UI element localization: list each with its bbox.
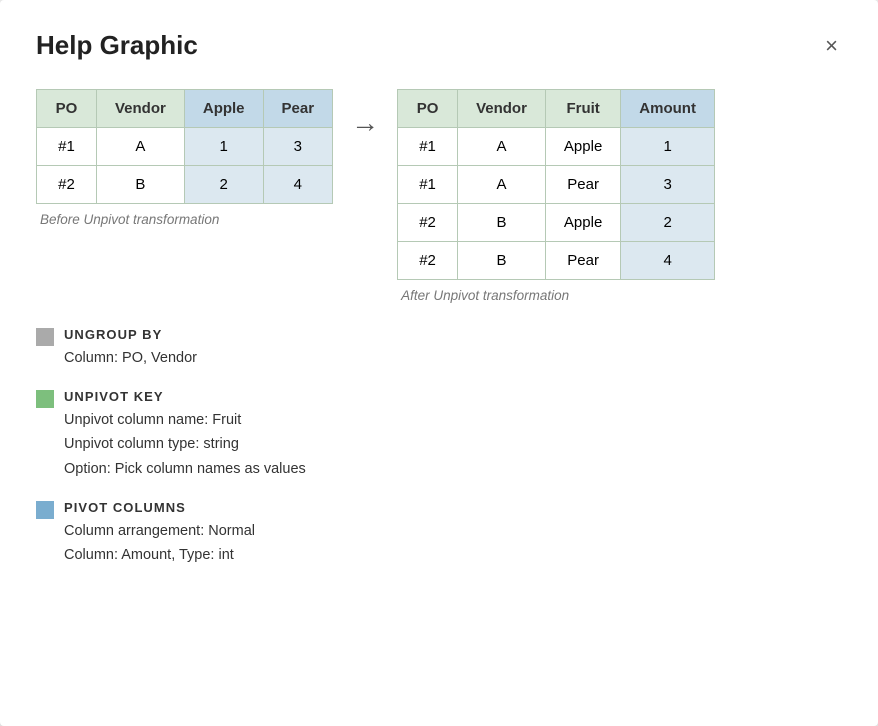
after-cell: 2 [621, 204, 715, 242]
after-table-caption: After Unpivot transformation [397, 288, 715, 303]
after-cell: B [458, 242, 546, 280]
pivot-columns-section: PIVOT COLUMNS Column arrangement: Normal… [36, 500, 842, 568]
before-cell: #1 [37, 128, 97, 166]
after-cell: 1 [621, 128, 715, 166]
close-button[interactable]: × [821, 31, 842, 61]
pivot-columns-icon [36, 501, 54, 519]
after-cell: #1 [398, 128, 458, 166]
description-section: UNGROUP BY Column: PO, Vendor UNPIVOT KE… [36, 327, 842, 568]
before-table-wrapper: PO Vendor Apple Pear #1 A 1 3 #2 [36, 89, 333, 227]
pivot-columns-text: Column arrangement: Normal Column: Amoun… [64, 519, 255, 568]
dialog-header: Help Graphic × [36, 30, 842, 61]
unpivot-line-2: Unpivot column type: string [64, 436, 239, 452]
before-header-po: PO [37, 90, 97, 128]
ungroup-content: UNGROUP BY Column: PO, Vendor [64, 327, 197, 371]
after-cell: #1 [398, 166, 458, 204]
after-header-amount: Amount [621, 90, 715, 128]
after-cell: A [458, 128, 546, 166]
pivot-columns-content: PIVOT COLUMNS Column arrangement: Normal… [64, 500, 255, 568]
tables-row: PO Vendor Apple Pear #1 A 1 3 #2 [36, 89, 842, 303]
before-cell: A [97, 128, 185, 166]
table-row: #1 A Pear 3 [398, 166, 715, 204]
before-table: PO Vendor Apple Pear #1 A 1 3 #2 [36, 89, 333, 204]
unpivot-line-1: Unpivot column name: Fruit [64, 412, 241, 428]
unpivot-key-text: Unpivot column name: Fruit Unpivot colum… [64, 408, 306, 482]
before-header-pear: Pear [263, 90, 333, 128]
unpivot-key-section: UNPIVOT KEY Unpivot column name: Fruit U… [36, 389, 842, 482]
before-table-caption: Before Unpivot transformation [36, 212, 333, 227]
unpivot-key-icon [36, 390, 54, 408]
after-table-wrapper: PO Vendor Fruit Amount #1 A Apple 1 #1 [397, 89, 715, 303]
pivot-columns-label: PIVOT COLUMNS [64, 500, 255, 515]
after-cell: B [458, 204, 546, 242]
after-header-vendor: Vendor [458, 90, 546, 128]
ungroup-text: Column: PO, Vendor [64, 346, 197, 371]
before-cell: 4 [263, 166, 333, 204]
unpivot-key-content: UNPIVOT KEY Unpivot column name: Fruit U… [64, 389, 306, 482]
table-row: #2 B Apple 2 [398, 204, 715, 242]
after-cell: Apple [545, 128, 620, 166]
arrow-icon: → [351, 109, 379, 137]
arrow-container: → [333, 89, 397, 137]
pivot-line-2: Column: Amount, Type: int [64, 547, 234, 563]
unpivot-line-3: Option: Pick column names as values [64, 461, 306, 477]
after-header-fruit: Fruit [545, 90, 620, 128]
ungroup-label: UNGROUP BY [64, 327, 197, 342]
after-cell: Apple [545, 204, 620, 242]
table-row: #1 A 1 3 [37, 128, 333, 166]
before-header-vendor: Vendor [97, 90, 185, 128]
table-row: #2 B 2 4 [37, 166, 333, 204]
after-cell: #2 [398, 242, 458, 280]
ungroup-icon [36, 328, 54, 346]
before-cell: 3 [263, 128, 333, 166]
before-cell: B [97, 166, 185, 204]
after-cell: 4 [621, 242, 715, 280]
before-cell: 2 [184, 166, 263, 204]
dialog-title: Help Graphic [36, 30, 198, 61]
after-cell: Pear [545, 242, 620, 280]
before-cell: #2 [37, 166, 97, 204]
ungroup-section: UNGROUP BY Column: PO, Vendor [36, 327, 842, 371]
after-header-po: PO [398, 90, 458, 128]
after-table: PO Vendor Fruit Amount #1 A Apple 1 #1 [397, 89, 715, 280]
after-cell: #2 [398, 204, 458, 242]
help-graphic-dialog: Help Graphic × PO Vendor Apple Pear #1 A [0, 0, 878, 726]
after-cell: 3 [621, 166, 715, 204]
table-row: #2 B Pear 4 [398, 242, 715, 280]
pivot-line-1: Column arrangement: Normal [64, 523, 255, 539]
before-header-apple: Apple [184, 90, 263, 128]
before-cell: 1 [184, 128, 263, 166]
unpivot-key-label: UNPIVOT KEY [64, 389, 306, 404]
after-cell: A [458, 166, 546, 204]
after-cell: Pear [545, 166, 620, 204]
table-row: #1 A Apple 1 [398, 128, 715, 166]
